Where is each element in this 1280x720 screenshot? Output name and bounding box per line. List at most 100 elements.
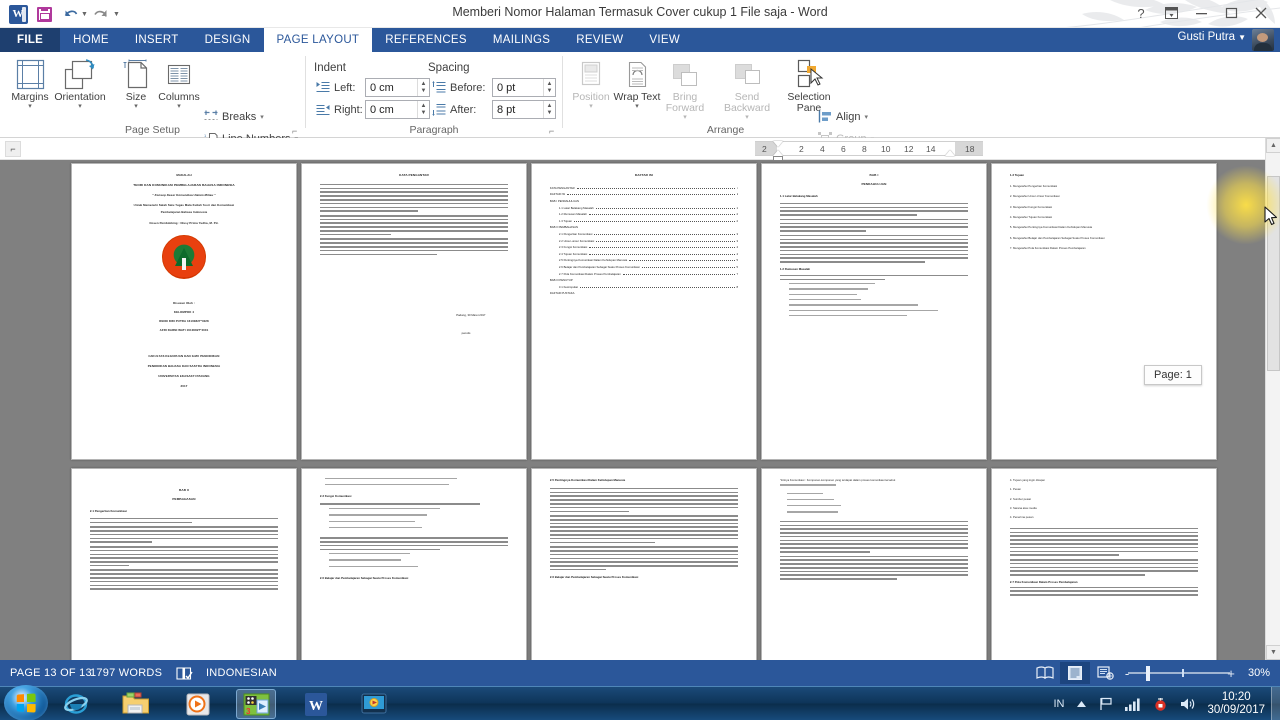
volume-icon[interactable] xyxy=(1174,697,1201,711)
account-dropdown-icon[interactable]: ▼ xyxy=(1238,33,1246,42)
doc-line: 6. Mengetahui Belajar dan Pembelajaran S… xyxy=(1009,235,1105,240)
start-button[interactable] xyxy=(4,685,48,720)
screen-recorder-icon[interactable] xyxy=(354,689,394,719)
close-icon[interactable] xyxy=(1246,1,1276,25)
breaks-icon xyxy=(204,110,218,120)
tab-file[interactable]: FILE xyxy=(0,28,61,52)
show-desktop-button[interactable] xyxy=(1271,687,1280,720)
spacing-before-stepper[interactable]: ▲ ▼ xyxy=(543,79,555,96)
position-button[interactable]: Position ▾ xyxy=(565,56,617,111)
read-mode-view-button[interactable] xyxy=(1030,662,1060,684)
orientation-dropdown-icon[interactable]: ▾ xyxy=(54,103,106,111)
tab-review[interactable]: REVIEW xyxy=(563,28,636,52)
tab-page-layout[interactable]: PAGE LAYOUT xyxy=(263,28,373,52)
spacing-after-stepper[interactable]: ▲ ▼ xyxy=(543,101,555,118)
toc-page: 2 xyxy=(736,218,739,223)
word-count[interactable]: 1797 WORDS xyxy=(90,660,162,686)
margins-button[interactable]: Margins ▾ xyxy=(4,56,56,111)
show-hidden-icons-icon[interactable] xyxy=(1070,699,1093,709)
page-indicator[interactable]: PAGE 13 OF 13 xyxy=(10,660,92,686)
spacing-before-field[interactable]: ▲▼ xyxy=(492,78,556,97)
zoom-handle[interactable] xyxy=(1146,666,1150,681)
proofing-errors-icon[interactable] xyxy=(176,665,193,681)
indent-right-stepper[interactable]: ▲ ▼ xyxy=(417,101,429,118)
minimize-icon[interactable] xyxy=(1186,1,1216,25)
spacing-after-field[interactable]: ▲▼ xyxy=(492,100,556,119)
doc-line: Pembelajaran Bahasa Indonesia xyxy=(160,209,208,214)
bring-forward-dropdown-icon[interactable]: ▾ xyxy=(656,114,714,122)
page-thumbnail[interactable]: MAKALAH TEORI DAN KOMUNIKASI PEMBELAJARA… xyxy=(71,163,297,460)
video-editor-icon[interactable]: 3 xyxy=(236,689,276,719)
indent-right-field[interactable]: ▲▼ xyxy=(365,100,430,119)
signal-bars-icon[interactable] xyxy=(1119,698,1147,711)
page-thumbnail[interactable]: BAB I PENDAHULUAN 1.1 Latar Belakang Mas… xyxy=(761,163,987,460)
clock[interactable]: 10:20 30/09/2017 xyxy=(1201,691,1271,717)
page-thumbnail[interactable]: 1.3 Tujuan 1. Mengetahui Pengertian Komu… xyxy=(991,163,1217,460)
tab-insert[interactable]: INSERT xyxy=(122,28,192,52)
tab-stop-selector[interactable]: ⌐ xyxy=(5,141,21,157)
orientation-button[interactable]: Orientation ▾ xyxy=(54,56,106,111)
indent-left-label: Left: xyxy=(334,82,356,94)
indent-left-field[interactable]: ▲▼ xyxy=(365,78,430,97)
indent-left-stepper[interactable]: ▲ ▼ xyxy=(417,79,429,96)
spacing-before-input[interactable] xyxy=(493,79,543,96)
zoom-track[interactable] xyxy=(1128,672,1230,674)
horizontal-ruler[interactable]: 2 2 4 6 8 10 12 14 18 xyxy=(755,141,983,161)
print-layout-view-button[interactable] xyxy=(1060,662,1090,684)
doc-line: TEORI DAN KOMUNIKASI PEMBELAJARAN BAHASA… xyxy=(133,182,235,187)
paragraph-dialog-launcher[interactable]: ⌐ xyxy=(549,127,558,136)
page-setup-dialog-launcher[interactable]: ⌐ xyxy=(292,127,301,136)
page-thumbnail[interactable]: 2.5 Pentingnya Komunikasi Dalam Kehidupa… xyxy=(531,468,757,660)
right-indent-marker[interactable] xyxy=(945,150,955,156)
word-taskbar-icon[interactable]: W xyxy=(296,689,336,719)
page-thumbnail[interactable]: 2.3 Fungsi Komunikasi 2.6 Belajar dan Pe… xyxy=(301,468,527,660)
antivirus-icon[interactable] xyxy=(1147,697,1174,712)
tab-design[interactable]: DESIGN xyxy=(192,28,264,52)
web-layout-view-button[interactable] xyxy=(1090,662,1120,684)
bring-forward-button[interactable]: Bring Forward ▾ xyxy=(656,56,714,122)
page-thumbnail[interactable]: "Intinya Komunikasi : Komponen-komponen … xyxy=(761,468,987,660)
page-thumbnail[interactable]: KATA PENGANTAR Padang, 30 Maret 2017 pen… xyxy=(301,163,527,460)
network-flag-icon[interactable] xyxy=(1093,697,1119,711)
language-indicator-tray[interactable]: IN xyxy=(1047,698,1070,710)
page-thumbnail[interactable]: DAFTAR ISI KATA PENGANTAR i DAFTAR ISI ii … xyxy=(531,163,757,460)
send-backward-button[interactable]: Send Backward ▾ xyxy=(716,56,778,122)
ribbon-display-options-icon[interactable] xyxy=(1156,1,1186,25)
spacing-after-input[interactable] xyxy=(493,101,543,118)
svg-text:W: W xyxy=(309,699,323,714)
language-indicator[interactable]: INDONESIAN xyxy=(206,660,277,686)
document-canvas[interactable]: MAKALAH TEORI DAN KOMUNIKASI PEMBELAJARA… xyxy=(0,160,1265,660)
doc-line: 4. Mengetahui Tujuan Komunikasi xyxy=(1009,215,1053,220)
send-backward-dropdown-icon[interactable]: ▾ xyxy=(716,114,778,122)
avatar[interactable] xyxy=(1252,29,1274,51)
help-icon[interactable]: ? xyxy=(1126,1,1156,25)
tab-home[interactable]: HOME xyxy=(60,28,122,52)
first-line-indent-marker[interactable] xyxy=(773,141,783,147)
align-dropdown-icon[interactable]: ▾ xyxy=(864,113,868,121)
internet-explorer-icon[interactable] xyxy=(56,689,96,719)
tab-references[interactable]: REFERENCES xyxy=(372,28,480,52)
scroll-up-button[interactable]: ▲ xyxy=(1266,138,1280,153)
zoom-in-button[interactable]: + xyxy=(1224,666,1238,681)
columns-dropdown-icon[interactable]: ▾ xyxy=(153,103,205,111)
indent-right-input[interactable] xyxy=(366,101,417,118)
media-player-icon[interactable] xyxy=(178,689,218,719)
zoom-slider[interactable]: - + xyxy=(1120,662,1238,684)
margins-dropdown-icon[interactable]: ▾ xyxy=(4,103,56,111)
columns-button[interactable]: Columns ▾ xyxy=(153,56,205,111)
indent-right-label: Right: xyxy=(334,104,363,116)
orientation-label: Orientation xyxy=(54,91,106,103)
page-thumbnail[interactable]: BAB II PEMBAHASAN 2.1 Pengertian Komunik… xyxy=(71,468,297,660)
tab-mailings[interactable]: MAILINGS xyxy=(480,28,563,52)
scroll-down-button[interactable]: ▼ xyxy=(1266,645,1280,660)
columns-label: Columns xyxy=(158,91,200,103)
breaks-dropdown-icon[interactable]: ▾ xyxy=(260,113,264,121)
account-name[interactable]: Gusti Putra ▼ xyxy=(1178,31,1246,43)
page-thumbnail[interactable]: 4. Tujuan yang ingin dicapai 1. Pesan 2.… xyxy=(991,468,1217,660)
windows-explorer-icon[interactable] xyxy=(116,689,156,719)
indent-left-input[interactable] xyxy=(366,79,417,96)
position-dropdown-icon[interactable]: ▾ xyxy=(565,103,617,111)
tab-view[interactable]: VIEW xyxy=(636,28,693,52)
zoom-level[interactable]: 30% xyxy=(1238,667,1280,679)
restore-icon[interactable] xyxy=(1216,1,1246,25)
